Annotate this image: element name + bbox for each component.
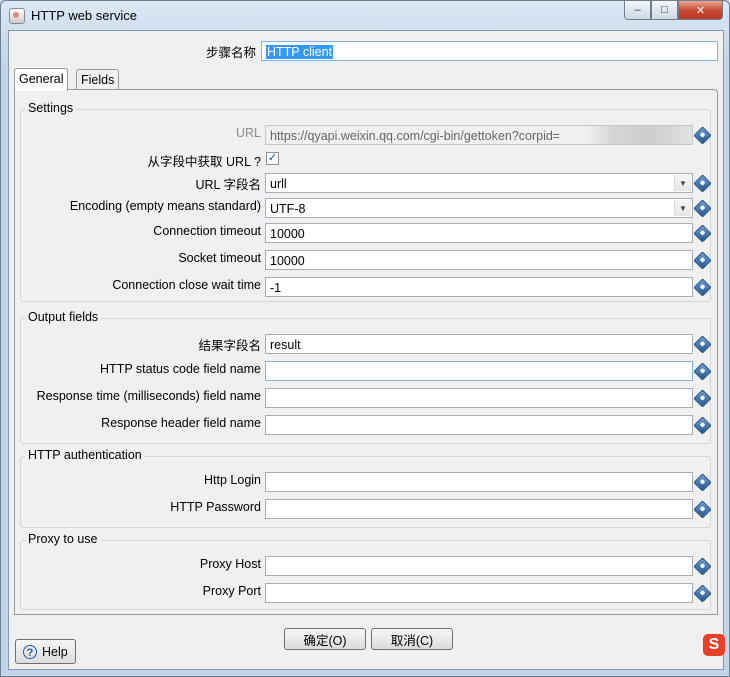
url-from-field-checkbox[interactable]: ✓ bbox=[266, 152, 279, 165]
redacted-blur bbox=[586, 126, 692, 144]
step-name-label: 步骤名称 bbox=[205, 46, 256, 60]
title-bar[interactable]: HTTP web service – □ ✕ bbox=[1, 1, 729, 29]
dialog-window: HTTP web service – □ ✕ 步骤名称 HTTP client … bbox=[0, 0, 730, 677]
encoding-value: UTF-8 bbox=[270, 202, 306, 216]
tab-container: General Fields Settings URL https://qyap… bbox=[14, 68, 718, 615]
proxy-port-input[interactable] bbox=[265, 583, 693, 603]
tab-general[interactable]: General bbox=[14, 68, 69, 91]
chevron-down-icon[interactable]: ▼ bbox=[674, 175, 691, 191]
http-password-input[interactable] bbox=[265, 499, 693, 519]
http-password-label: HTTP Password bbox=[170, 500, 261, 514]
general-panel: Settings URL https://qyapi.weixin.qq.com… bbox=[14, 89, 718, 615]
http-auth-title: HTTP authentication bbox=[25, 448, 145, 462]
status-code-field-label: HTTP status code field name bbox=[100, 362, 261, 376]
tab-fields[interactable]: Fields bbox=[76, 69, 120, 91]
close-wait-time-label: Connection close wait time bbox=[112, 278, 261, 292]
response-time-field-input[interactable] bbox=[265, 388, 693, 408]
result-field-input[interactable]: result bbox=[265, 334, 693, 354]
window-title: HTTP web service bbox=[31, 8, 137, 23]
dialog-body: 步骤名称 HTTP client General Fields Settings… bbox=[8, 30, 724, 670]
response-header-field-input[interactable] bbox=[265, 415, 693, 435]
response-header-field-label: Response header field name bbox=[101, 416, 261, 430]
app-icon bbox=[9, 8, 25, 24]
close-wait-time-input[interactable]: -1 bbox=[265, 277, 693, 297]
url-from-field-label: 从字段中获取 URL ? bbox=[147, 155, 261, 169]
response-time-field-label: Response time (milliseconds) field name bbox=[36, 389, 261, 403]
step-name-input[interactable]: HTTP client bbox=[261, 41, 718, 61]
output-fields-title: Output fields bbox=[25, 310, 102, 324]
help-button[interactable]: ? Help bbox=[15, 639, 76, 664]
maximize-button[interactable]: □ bbox=[651, 1, 678, 20]
url-field-name-select[interactable]: urll ▼ bbox=[265, 173, 693, 193]
http-login-input[interactable] bbox=[265, 472, 693, 492]
help-button-label: Help bbox=[42, 644, 68, 659]
proxy-port-label: Proxy Port bbox=[202, 584, 261, 598]
minimize-button[interactable]: – bbox=[624, 1, 651, 20]
proxy-host-input[interactable] bbox=[265, 556, 693, 576]
connection-timeout-label: Connection timeout bbox=[153, 224, 261, 238]
url-value: https://qyapi.weixin.qq.com/cgi-bin/gett… bbox=[270, 129, 561, 143]
encoding-label: Encoding (empty means standard) bbox=[69, 199, 261, 213]
cancel-button[interactable]: 取消(C) bbox=[371, 628, 453, 650]
url-input[interactable]: https://qyapi.weixin.qq.com/cgi-bin/gett… bbox=[265, 125, 693, 145]
url-field-name-label: URL 字段名 bbox=[195, 178, 261, 192]
help-icon: ? bbox=[23, 644, 37, 659]
step-name-value: HTTP client bbox=[266, 45, 334, 59]
status-code-field-input[interactable] bbox=[265, 361, 693, 381]
connection-timeout-input[interactable]: 10000 bbox=[265, 223, 693, 243]
url-label: URL bbox=[235, 126, 261, 140]
ime-tray-icon[interactable]: S bbox=[703, 634, 725, 656]
http-login-label: Http Login bbox=[204, 473, 261, 487]
close-button[interactable]: ✕ bbox=[678, 1, 723, 20]
result-field-label: 结果字段名 bbox=[198, 339, 261, 353]
encoding-select[interactable]: UTF-8 ▼ bbox=[265, 198, 693, 218]
ok-button[interactable]: 确定(O) bbox=[284, 628, 366, 650]
chevron-down-icon[interactable]: ▼ bbox=[674, 200, 691, 216]
proxy-title: Proxy to use bbox=[25, 532, 101, 546]
socket-timeout-input[interactable]: 10000 bbox=[265, 250, 693, 270]
settings-title: Settings bbox=[25, 101, 77, 115]
socket-timeout-label: Socket timeout bbox=[178, 251, 261, 265]
proxy-host-label: Proxy Host bbox=[199, 557, 261, 571]
url-field-name-value: urll bbox=[270, 177, 287, 191]
